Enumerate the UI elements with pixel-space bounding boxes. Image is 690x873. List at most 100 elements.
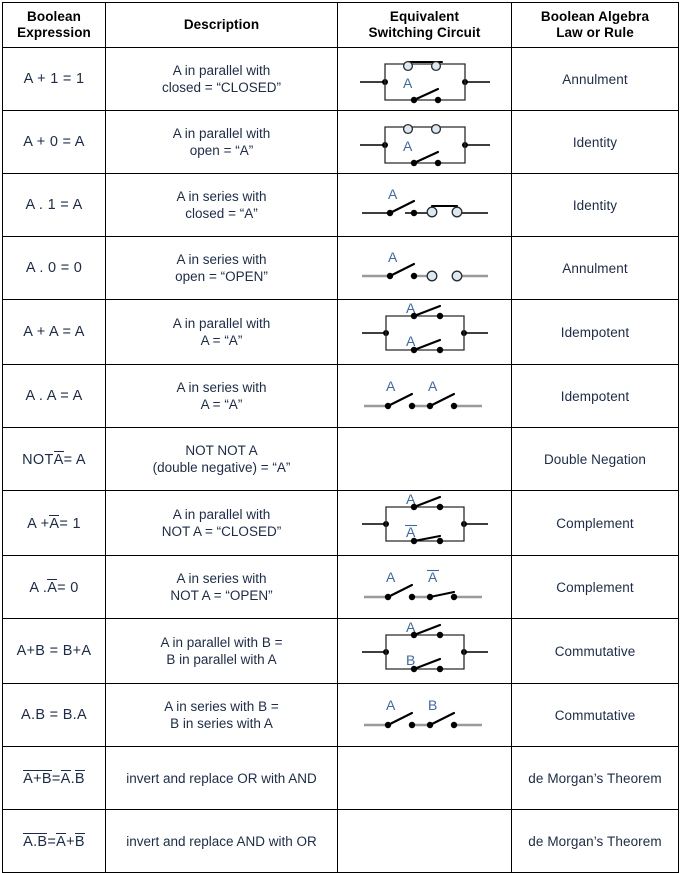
- switching-circuit-empty: [337, 809, 512, 873]
- description-line-2: B in parallel with A: [166, 652, 277, 667]
- description: A in parallel with A = “A”: [105, 299, 338, 365]
- description-line-1: A in parallel with B =: [160, 635, 283, 650]
- boolean-expression: A + A = 1: [2, 490, 106, 556]
- expr-equals: =: [47, 833, 57, 850]
- table-row: A+B = A.B invert and replace OR with AND…: [2, 746, 679, 810]
- description: A in series with NOT A = “OPEN”: [105, 555, 338, 619]
- law-or-rule: Double Negation: [511, 427, 679, 491]
- table-row: A + 1 = 1 A in parallel with closed = “C…: [2, 47, 679, 111]
- boolean-expression: A . A = A: [2, 364, 106, 428]
- expr-suffix: = 1: [59, 515, 81, 532]
- description-line-1: A in series with B =: [164, 699, 279, 714]
- table-row: A . 1 = A A in series with closed = “A” …: [2, 173, 679, 237]
- description-line-1: A in parallel with: [172, 507, 271, 522]
- table-header: Boolean Expression Description Equivalen…: [2, 2, 679, 48]
- description: invert and replace AND with OR: [105, 809, 338, 873]
- description: A in parallel with open = “A”: [105, 110, 338, 174]
- expr-prefix: NOT: [22, 451, 54, 468]
- circuit-label-A-first: A: [386, 378, 396, 394]
- expr-equals: =: [51, 770, 61, 787]
- expr-overbar-term-1: A: [56, 832, 67, 850]
- switching-circuit-diagram: A: [337, 47, 512, 111]
- law-or-rule: de Morgan’s Theorem: [511, 809, 679, 873]
- circuit-label-A: A: [388, 186, 398, 202]
- description-line-2: open = “A”: [189, 143, 254, 158]
- boolean-expression: A.B = B.A: [2, 683, 106, 747]
- description-line-1: A in series with: [176, 380, 267, 395]
- law-or-rule: Commutative: [511, 618, 679, 684]
- description-line-1: A in parallel with: [172, 126, 271, 141]
- boolean-expression: A+B = B+A: [2, 618, 106, 684]
- circuit-label-B: B: [406, 652, 415, 668]
- header-line-2: Expression: [17, 25, 91, 40]
- expr-overbar-term: A: [47, 578, 58, 596]
- expr-operator: +: [66, 833, 75, 850]
- switching-circuit-diagram: A B: [337, 683, 512, 747]
- description: A in parallel with NOT A = “CLOSED”: [105, 490, 338, 556]
- expr-lead: A +: [27, 515, 50, 532]
- switching-circuit-diagram: A B: [337, 618, 512, 684]
- description-line-1: invert and replace OR with AND: [126, 770, 317, 786]
- circuit-label-notA-bottom: A: [406, 524, 416, 540]
- circuit-label-A: A: [403, 138, 413, 154]
- boolean-expression: A + 0 = A: [2, 110, 106, 174]
- switching-circuit-diagram: A A: [337, 555, 512, 619]
- table-row: A.B = B.A A in series with B = B in seri…: [2, 683, 679, 747]
- series-closed-circuit-icon: A: [361, 186, 488, 218]
- description: NOT NOT A (double negative) = “A”: [105, 427, 338, 491]
- series-A-A-circuit-icon: A A: [363, 378, 482, 410]
- description-line-1: A in series with: [176, 252, 267, 267]
- header-line-1: Boolean Algebra: [540, 9, 650, 24]
- law-or-rule: Commutative: [511, 683, 679, 747]
- description: A in parallel with B = B in parallel wit…: [105, 618, 338, 684]
- expr-lead: A .: [29, 579, 48, 596]
- expr-overbar-term: A: [49, 514, 60, 532]
- boolean-expression: A + A = A: [2, 299, 106, 365]
- parallel-closed-circuit-icon: A: [359, 60, 490, 104]
- column-header-law-or-rule: Boolean Algebra Law or Rule: [511, 2, 679, 48]
- law-or-rule: Idempotent: [511, 299, 679, 365]
- table-row: A . 0 = 0 A in series with open = “OPEN”…: [2, 236, 679, 300]
- switching-circuit-diagram: A: [337, 110, 512, 174]
- expr-overbar-term-2: B: [74, 769, 85, 787]
- description-line-2: NOT A = “CLOSED”: [161, 524, 282, 539]
- series-open-circuit-icon: A: [361, 249, 488, 282]
- law-or-rule: Identity: [511, 110, 679, 174]
- boolean-expression: A.B = A+B: [2, 809, 106, 873]
- description-line-1: A in parallel with: [172, 63, 271, 78]
- circuit-label-A: A: [388, 249, 398, 265]
- law-or-rule: Complement: [511, 555, 679, 619]
- header-line-1: Equivalent: [389, 9, 460, 24]
- parallel-A-A-circuit-icon: A A: [361, 300, 488, 354]
- series-A-notA-circuit-icon: A A: [363, 569, 482, 601]
- switching-circuit-diagram: A A: [337, 364, 512, 428]
- switching-circuit-diagram: A: [337, 236, 512, 300]
- column-header-switching-circuit: Equivalent Switching Circuit: [337, 2, 512, 48]
- series-A-B-circuit-icon: A B: [363, 697, 482, 729]
- boolean-expression: A . 0 = 0: [2, 236, 106, 300]
- boolean-laws-table: Boolean Expression Description Equivalen…: [2, 2, 679, 873]
- circuit-label-A: A: [403, 75, 413, 91]
- expr-suffix: = A: [63, 451, 86, 468]
- header-line-1: Description: [183, 17, 260, 32]
- description: A in series with closed = “A”: [105, 173, 338, 237]
- law-or-rule: Complement: [511, 490, 679, 556]
- description-line-1: A in series with: [176, 571, 267, 586]
- expr-overbar-term-1: A: [60, 769, 71, 787]
- expr-overbar-term: A: [53, 450, 64, 468]
- description-line-2: open = “OPEN”: [175, 269, 268, 284]
- switching-circuit-diagram: A A: [337, 490, 512, 556]
- switching-circuit-diagram: A: [337, 173, 512, 237]
- expr-overbar-left: A.B: [23, 832, 48, 850]
- switching-circuit-diagram: A A: [337, 299, 512, 365]
- description-line-1: NOT NOT A: [185, 443, 258, 458]
- table-row: NOT A = A NOT NOT A (double negative) = …: [2, 427, 679, 491]
- header-row: Boolean Expression Description Equivalen…: [2, 2, 679, 48]
- boolean-expression: A . A = 0: [2, 555, 106, 619]
- boolean-expression: A . 1 = A: [2, 173, 106, 237]
- switching-circuit-empty: [337, 746, 512, 810]
- header-line-1: Boolean: [27, 9, 81, 24]
- header-line-2: Law or Rule: [556, 25, 634, 40]
- boolean-laws-table-page: Boolean Expression Description Equivalen…: [0, 2, 690, 873]
- description: A in series with open = “OPEN”: [105, 236, 338, 300]
